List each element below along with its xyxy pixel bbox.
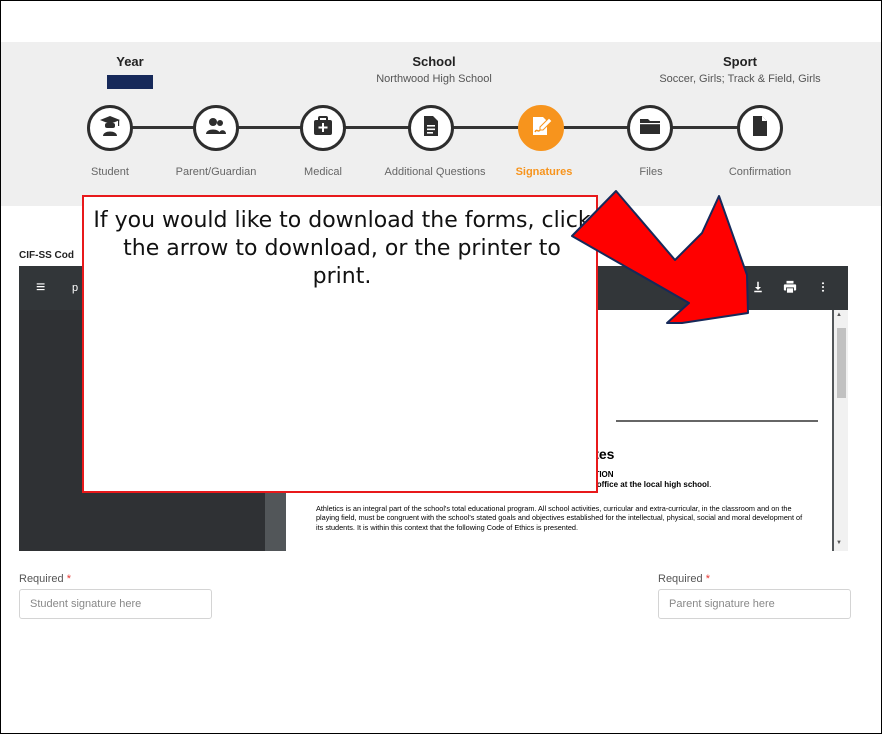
pointer-arrow xyxy=(571,190,749,324)
